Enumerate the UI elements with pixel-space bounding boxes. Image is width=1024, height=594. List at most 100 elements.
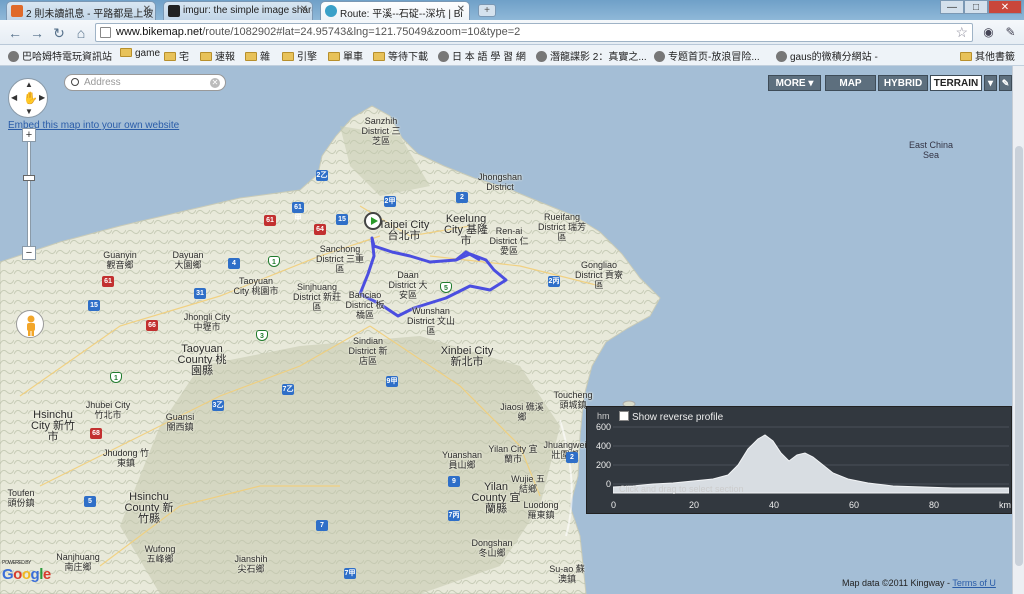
bookmark-label: 宅 <box>179 52 189 63</box>
wrench-icon[interactable]: ✎ <box>1002 24 1019 41</box>
terrain-options-chevron-icon[interactable]: ▾ <box>984 75 997 91</box>
highway-shield: 61 <box>264 215 276 226</box>
bookmarks-bar: 巴哈姆特電玩資訊站 game 宅 速報 雜 引擎 單車 等待下載 日 本 語 學… <box>0 45 1024 66</box>
pan-left-icon[interactable]: ◀ <box>11 93 17 102</box>
label-yuanshan: Yuanshan 員山鄉 <box>441 450 483 470</box>
label-jhongshan: Jhongshan District <box>477 172 523 192</box>
address-bar[interactable]: www.bikemap.net/route/1082902#lat=24.957… <box>95 23 973 42</box>
reload-icon[interactable]: ↻ <box>50 24 68 42</box>
label-wunshan: Wunshan District 文山區 <box>407 306 455 336</box>
y-tick: 0 <box>605 479 611 489</box>
bookmark-subao[interactable]: 速報 <box>200 48 235 63</box>
bookmark-mgs[interactable]: 潛龍諜影 2：真實之... <box>536 48 647 63</box>
hand-icon: ✋ <box>23 91 38 105</box>
highway-shield: 31 <box>194 288 206 299</box>
bookmark-game[interactable]: game <box>120 48 160 59</box>
url-path: /route/1082902#lat=24.95743&lng=121.7504… <box>202 26 521 38</box>
bookmark-za[interactable]: 雜 <box>245 48 270 63</box>
highway-shield: 64 <box>314 224 326 235</box>
pan-right-icon[interactable]: ▶ <box>39 93 45 102</box>
label-hsinchu-county: Hsinchu County 新竹縣 <box>124 491 174 525</box>
route-start-marker-icon[interactable] <box>364 212 382 230</box>
pan-control[interactable]: ▲ ▼ ◀ ▶ ✋ <box>8 78 48 118</box>
pan-up-icon[interactable]: ▲ <box>25 80 33 89</box>
folder-icon <box>245 52 257 61</box>
highway-shield: 2 <box>566 452 578 463</box>
bookmark-bahamut[interactable]: 巴哈姆特電玩資訊站 <box>8 48 112 63</box>
label-sinjhuang: Sinjhuang District 新莊區 <box>293 282 341 312</box>
close-icon[interactable]: ✕ <box>457 4 465 15</box>
bookmark-label: game <box>135 48 161 59</box>
x-tick: 20 <box>689 500 700 510</box>
scrollbar-thumb[interactable] <box>1015 146 1023 566</box>
bookmark-japanese[interactable]: 日 本 語 學 習 網 <box>438 48 526 63</box>
map-type-more-button[interactable]: MORE ▾ <box>768 75 821 91</box>
map-settings-icon[interactable]: ✎ <box>999 75 1012 91</box>
bookmark-label: 單車 <box>343 52 363 63</box>
globe-icon <box>438 51 449 62</box>
checkbox-icon[interactable] <box>619 411 629 421</box>
map-type-hybrid-button[interactable]: HYBRID <box>878 75 928 91</box>
street-view-pegman-icon[interactable] <box>16 310 44 338</box>
bookmark-engine[interactable]: 引擎 <box>282 48 317 63</box>
label-dayuan: Dayuan 大園鄉 <box>172 250 204 270</box>
folder-icon <box>282 52 294 61</box>
zoom-slider-track[interactable] <box>27 134 31 252</box>
tab-bikemap[interactable]: Route: 平溪--石碇--深坑 | Bi ✕ <box>320 1 470 20</box>
globe-icon <box>8 51 19 62</box>
imgur-favicon-icon <box>168 5 180 17</box>
bookmark-star-icon[interactable]: ☆ <box>955 24 968 41</box>
tab-plurk[interactable]: 2 則未讀訊息 - 平路都是上坡 ✕ <box>6 1 156 20</box>
bookmark-label: 雜 <box>260 52 270 63</box>
bookmark-label: 日 本 語 學 習 網 <box>452 52 526 63</box>
x-tick: 80 <box>929 500 940 510</box>
highway-shield: 68 <box>90 428 102 439</box>
zoom-in-button[interactable]: + <box>22 128 36 142</box>
forward-icon[interactable]: → <box>28 24 46 42</box>
pan-down-icon[interactable]: ▼ <box>25 107 33 116</box>
label-hsinchu-city: Hsinchu City 新竹市 <box>31 409 75 443</box>
new-tab-button[interactable]: + <box>478 4 496 17</box>
home-icon[interactable]: ⌂ <box>72 24 90 42</box>
map-type-map-button[interactable]: MAP <box>825 75 876 91</box>
highway-shield: 7乙 <box>282 384 294 395</box>
attribution-text: Map data ©2011 Kingway - <box>842 578 951 588</box>
highway-shield: 2乙 <box>316 170 328 181</box>
close-icon[interactable]: ✕ <box>143 4 151 15</box>
highway-shield: 9 <box>448 476 460 487</box>
label-gongliao: Gongliao District 貢寮區 <box>575 260 623 290</box>
bookmark-topic[interactable]: 专题首页-放浪冒险... <box>654 48 760 63</box>
zoom-out-button[interactable]: − <box>22 246 36 260</box>
x-tick: 40 <box>769 500 780 510</box>
bookmark-download[interactable]: 等待下載 <box>373 48 428 63</box>
bookmark-calculus[interactable]: gaus的微積分網站 - <box>776 48 878 63</box>
terms-link[interactable]: Terms of U <box>952 578 996 588</box>
bookmark-bike[interactable]: 單車 <box>328 48 363 63</box>
label-toufen: Toufen 頭份鎮 <box>7 488 35 508</box>
tab-label: imgur: the simple image sharer <box>183 5 313 16</box>
clear-icon[interactable]: ✕ <box>210 78 220 88</box>
close-window-button[interactable]: ✕ <box>988 0 1022 14</box>
address-search[interactable]: Address ✕ <box>64 74 226 91</box>
highway-shield: 9甲 <box>386 376 398 387</box>
bookmark-zhai[interactable]: 宅 <box>164 48 189 63</box>
tab-imgur[interactable]: imgur: the simple image sharer ✕ <box>163 1 313 20</box>
close-icon[interactable]: ✕ <box>300 4 308 15</box>
bookmark-other[interactable]: 其他書籤 <box>960 48 1015 63</box>
zoom-slider-thumb[interactable] <box>23 175 35 181</box>
elevation-profile-panel[interactable]: hm Show reverse profile 0 200 400 600 0 … <box>586 406 1012 514</box>
extension-icon[interactable]: ◉ <box>980 24 997 41</box>
page-scrollbar[interactable] <box>1012 66 1024 594</box>
bikemap-favicon-icon <box>325 5 337 17</box>
label-dongshan: Dongshan 冬山鄉 <box>471 538 513 558</box>
label-jianshih: Jianshih 尖石鄉 <box>234 554 268 574</box>
google-logo[interactable]: POWERED BY Google <box>2 560 51 583</box>
bookmark-label: 专题首页-放浪冒险... <box>668 52 760 63</box>
maximize-button[interactable]: □ <box>964 0 988 14</box>
back-icon[interactable]: ← <box>6 24 24 42</box>
map-canvas[interactable]: Address ✕ MORE ▾ MAP HYBRID TERRAIN ▾ ✎ … <box>0 66 1012 594</box>
map-type-terrain-button[interactable]: TERRAIN <box>930 75 982 91</box>
label-east-china-sea: East China Sea <box>908 140 954 160</box>
label-sanzhi: Sanzhih District 三芝區 <box>361 116 401 146</box>
minimize-button[interactable]: — <box>940 0 964 14</box>
